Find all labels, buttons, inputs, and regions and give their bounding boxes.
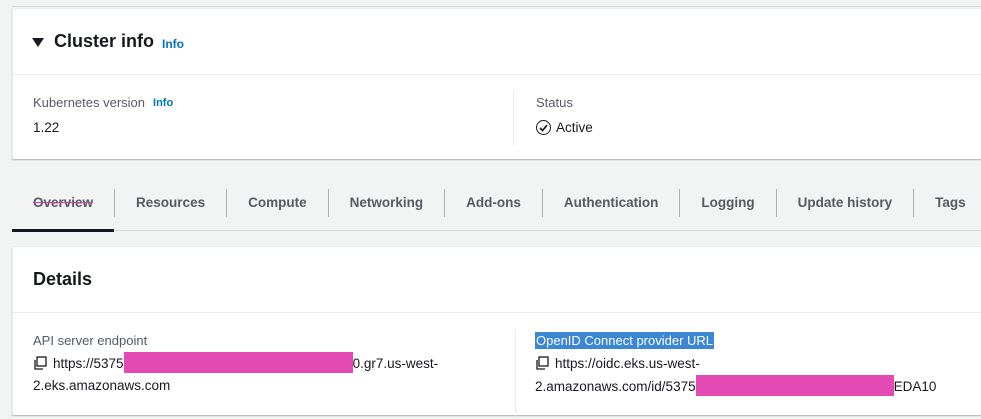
- cluster-info-info-link[interactable]: Info: [162, 37, 184, 51]
- status-check-icon: [536, 120, 551, 135]
- copy-icon[interactable]: [33, 356, 47, 370]
- oidc-label: OpenID Connect provider URL: [535, 332, 715, 349]
- oidc-line2-prefix: 2.amazonaws.com/id/5375: [535, 379, 696, 394]
- oidc-field: OpenID Connect provider URL https://oidc…: [535, 332, 975, 398]
- details-title: Details: [33, 269, 93, 289]
- details-body: API server endpoint https://5375 0.gr7.us…: [13, 313, 981, 419]
- details-header: Details: [13, 247, 981, 313]
- redacted-block: [695, 375, 894, 396]
- tab-update-history[interactable]: Update history: [777, 175, 914, 231]
- kubernetes-version-field: Kubernetes version Info 1.22: [33, 95, 173, 135]
- api-endpoint-suffix: 0.gr7.us-west-: [352, 356, 439, 371]
- cluster-info-title: Cluster info: [54, 31, 155, 51]
- details-divider: [515, 329, 516, 419]
- cluster-info-header[interactable]: Cluster info Info: [13, 9, 981, 75]
- copy-icon[interactable]: [535, 356, 549, 370]
- api-endpoint-field: API server endpoint https://5375 0.gr7.us…: [33, 333, 493, 397]
- kubernetes-version-value: 1.22: [33, 120, 60, 135]
- cluster-info-body: Kubernetes version Info 1.22 Status Acti…: [13, 75, 981, 159]
- tab-add-ons[interactable]: Add-ons: [445, 175, 542, 231]
- kubernetes-version-label: Kubernetes version: [33, 95, 146, 110]
- tab-logging[interactable]: Logging: [680, 175, 775, 231]
- status-field: Status Active: [536, 95, 593, 135]
- cluster-tabs: Overview Resources Compute Networking Ad…: [12, 175, 981, 232]
- details-panel: Details API server endpoint https://5375…: [12, 246, 981, 419]
- status-value: Active: [556, 120, 593, 135]
- tab-resources[interactable]: Resources: [115, 175, 226, 231]
- api-endpoint-prefix: https://5375: [53, 356, 124, 371]
- tab-compute[interactable]: Compute: [227, 175, 328, 231]
- kubernetes-version-info-link[interactable]: Info: [153, 97, 173, 109]
- api-endpoint-line2: 2.eks.amazonaws.com: [33, 378, 171, 393]
- oidc-line2-suffix: EDA10: [893, 379, 937, 394]
- cluster-info-panel: Cluster info Info Kubernetes version Inf…: [12, 8, 981, 159]
- top-border: [12, 0, 981, 7]
- caret-down-icon[interactable]: [32, 38, 44, 47]
- oidc-line1: https://oidc.eks.us-west-: [555, 356, 700, 371]
- status-label: Status: [536, 95, 573, 110]
- tab-tags[interactable]: Tags: [914, 175, 966, 231]
- redacted-block: [123, 352, 353, 373]
- tab-networking[interactable]: Networking: [329, 175, 445, 231]
- cluster-info-divider: [513, 91, 514, 146]
- api-endpoint-value: https://5375 0.gr7.us-west- 2.eks.amazona…: [33, 352, 493, 397]
- api-endpoint-label: API server endpoint: [33, 333, 148, 348]
- oidc-value: https://oidc.eks.us-west- 2.amazonaws.co…: [535, 353, 975, 398]
- tab-authentication[interactable]: Authentication: [543, 175, 680, 231]
- tab-overview[interactable]: Overview: [12, 175, 115, 232]
